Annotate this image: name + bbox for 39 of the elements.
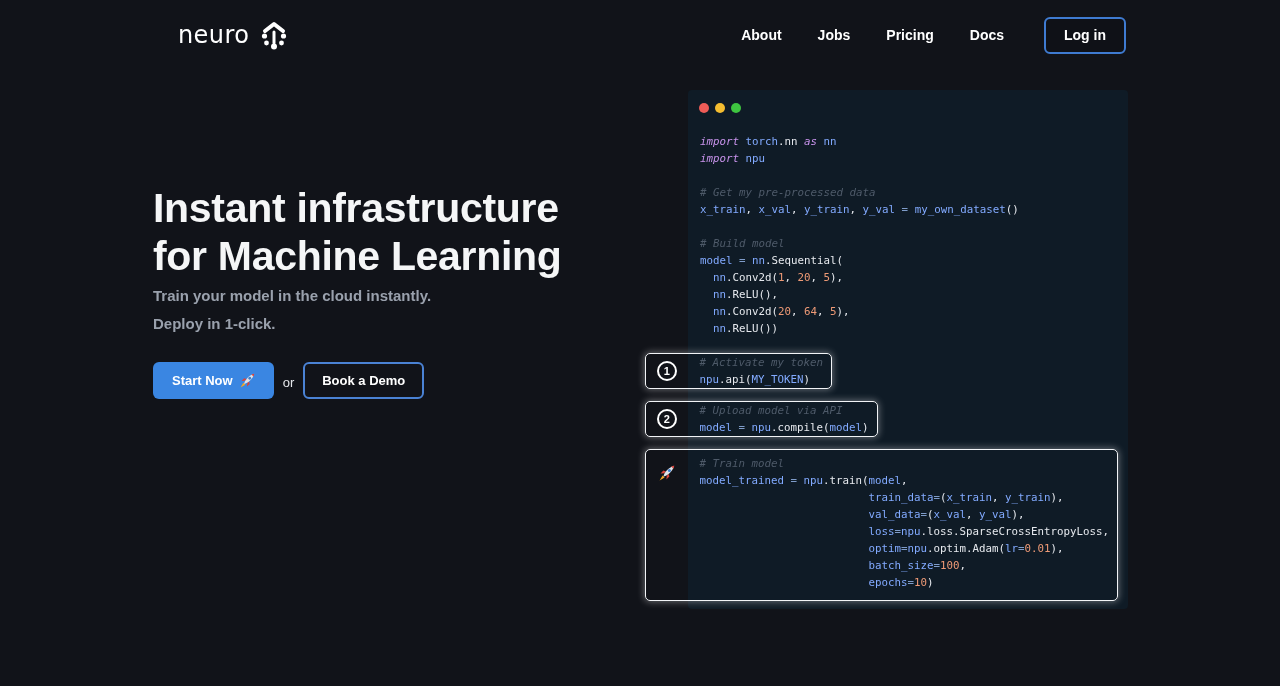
network-logo-icon — [260, 20, 289, 50]
code-line: npu.api(MY_TOKEN) — [699, 372, 812, 388]
code-line: loss=npu.loss.SparseCrossEntropyLoss, — [867, 524, 1110, 540]
rocket-icon — [239, 373, 255, 388]
code-line: model = nn.Sequential( — [700, 252, 845, 269]
step-number: 2 — [656, 409, 677, 429]
code-line: nn.ReLU(), — [712, 286, 780, 303]
code-line: # Get my pre-processed data — [700, 184, 877, 201]
code-line: # Train model — [699, 456, 785, 472]
nav-link[interactable]: Pricing — [886, 27, 934, 43]
start-now-button[interactable]: Start Now — [153, 362, 274, 399]
tagline-text: Deploy in 1-click. — [153, 314, 277, 334]
rocket-icon — [658, 465, 675, 481]
book-demo-button[interactable]: Book a Demo — [303, 362, 425, 399]
code-line: import npu — [700, 150, 767, 167]
logo[interactable]: neuro — [178, 20, 289, 50]
code-line: model = npu.compile(model) — [699, 420, 869, 436]
hero-title: Instant infrastructure for Machine Learning — [153, 184, 563, 280]
code-line: batch_size=100, — [867, 558, 968, 574]
nav-link[interactable]: Jobs — [817, 27, 851, 43]
step-number: 1 — [656, 361, 677, 381]
code-line: # Build model — [700, 235, 786, 252]
code-line: epochs=10) — [867, 575, 935, 591]
or-text: or — [282, 375, 295, 390]
code-line: train_data=(x_train, y_train), — [867, 490, 1065, 506]
code-line: x_train, x_val, y_train, y_val = my_own_dataset() — [700, 201, 1019, 218]
code-line: nn.Conv2d(20, 64, 5), — [712, 303, 851, 320]
code-line: # Activate my token — [699, 355, 823, 371]
code-line: # Upload model via API — [699, 403, 844, 419]
tagline-text: Train your model in the cloud instantly. — [153, 286, 433, 306]
code-line: import torch.nn as nn — [700, 133, 838, 150]
nav-link[interactable]: Docs — [969, 27, 1004, 43]
nav-link[interactable]: About — [741, 27, 782, 43]
code-line: optim=npu.optim.Adam(lr=0.01), — [867, 541, 1065, 557]
code-line: nn.Conv2d(1, 20, 5), — [712, 269, 845, 286]
code-line: nn.ReLU()) — [712, 320, 780, 337]
login-button[interactable]: Log in — [1044, 16, 1126, 54]
code-line: val_data=(x_val, y_val), — [867, 507, 1026, 523]
code-line: model_trained = npu.train(model, — [699, 473, 909, 489]
